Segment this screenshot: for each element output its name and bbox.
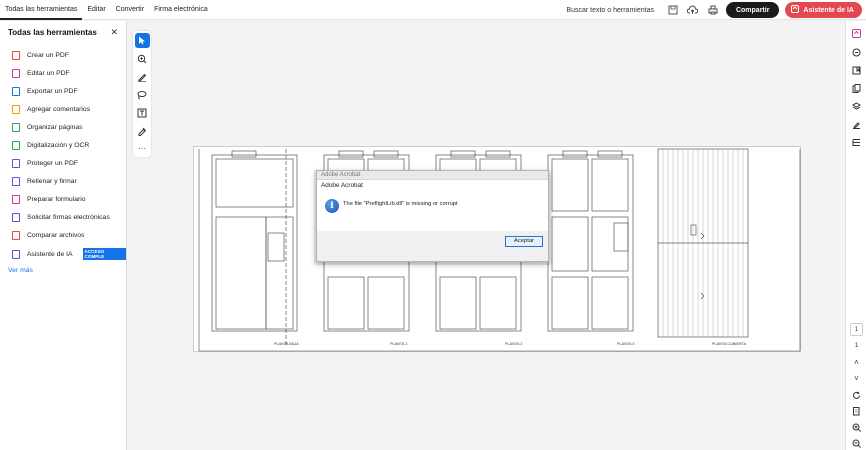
stamp-sign-icon[interactable] xyxy=(135,123,150,138)
edit-pdf-icon xyxy=(12,68,20,78)
error-dialog: Adobe Acrobat Adobe Acrobat i The file "… xyxy=(316,170,549,262)
accept-button[interactable]: Aceptar xyxy=(505,236,543,247)
ai-panel-icon[interactable] xyxy=(850,27,863,40)
right-rail: 1 1 ˄ ˅ xyxy=(845,21,866,450)
tool-item-label: Digitalización y OCR xyxy=(27,142,90,150)
fill-sign-icon xyxy=(12,177,20,187)
dialog-message: The file "PreflightLib.dll" is missing o… xyxy=(343,201,458,207)
plan-label-floor1: PLANTA 1 xyxy=(390,342,408,346)
create-pdf-icon xyxy=(12,50,20,60)
tool-item-label: Solicitar firmas electrónicas xyxy=(27,214,110,222)
tool-item-label: Organizar páginas xyxy=(27,123,83,131)
attachments-icon[interactable] xyxy=(850,118,863,131)
rotate-icon[interactable] xyxy=(850,389,863,402)
panel-title: Todas las herramientas xyxy=(8,27,97,37)
plan-label-floor2: PLANTA 2 xyxy=(505,342,523,346)
quick-tools-toolbar: ··· xyxy=(133,31,151,157)
zoom-out-icon[interactable] xyxy=(850,437,863,450)
dialog-body: i The file "PreflightLib.dll" is missing… xyxy=(317,191,548,231)
tool-item-label: Editar un PDF xyxy=(27,69,70,77)
comment-icon[interactable] xyxy=(850,46,863,59)
top-right-actions: Buscar texto o herramientas Compartir As… xyxy=(566,2,862,18)
tool-item-label: Agregar comentarios xyxy=(27,105,91,113)
menu-e-sign[interactable]: Firma electrónica xyxy=(149,0,213,20)
ai-assistant-label: Asistente de IA xyxy=(803,6,854,14)
tool-item[interactable]: Digitalización y OCR xyxy=(0,136,126,154)
tool-item[interactable]: Organizar páginas xyxy=(0,118,126,136)
pen-highlight-icon[interactable] xyxy=(135,69,150,84)
page-number-icon: 1 xyxy=(854,342,859,349)
tool-item[interactable]: Comparar archivos xyxy=(0,227,126,245)
chevron-up-icon[interactable]: ˄ xyxy=(850,356,863,369)
search-tools-button[interactable]: Buscar texto o herramientas xyxy=(566,7,654,14)
pages-icon[interactable] xyxy=(850,82,863,95)
ai-assistant-icon xyxy=(791,5,800,15)
cloud-upload-icon[interactable] xyxy=(686,3,700,17)
zoom-in-icon[interactable] xyxy=(850,421,863,434)
text-box-icon[interactable] xyxy=(135,105,150,120)
menu-all-tools[interactable]: Todas las herramientas xyxy=(0,0,83,20)
tool-item[interactable]: Editar un PDF xyxy=(0,64,126,82)
chevron-down-icon[interactable]: ˅ xyxy=(850,372,863,385)
dialog-window-title[interactable]: Adobe Acrobat xyxy=(317,171,548,180)
print-icon[interactable] xyxy=(706,3,720,17)
request-signatures-icon xyxy=(12,213,20,223)
dialog-title: Adobe Acrobat xyxy=(317,180,548,191)
tool-item-label: Rellenar y firmar xyxy=(27,178,77,186)
page-fit-icon[interactable] xyxy=(850,405,863,418)
menu-edit[interactable]: Editar xyxy=(82,0,110,20)
tool-item[interactable]: Asistente de IA ACCESO COMPLE xyxy=(0,245,126,263)
all-tools-panel: Todas las herramientas ✕ Crear un PDF Edi… xyxy=(0,21,127,450)
tools-list: Crear un PDF Editar un PDF Exportar un PDF… xyxy=(0,46,126,263)
tool-item[interactable]: Rellenar y firmar xyxy=(0,173,126,191)
dialog-footer: Aceptar xyxy=(317,231,548,261)
ai-assistant-icon xyxy=(12,249,20,259)
bookmark-icon[interactable] xyxy=(850,64,863,77)
see-more-link[interactable]: Ver más xyxy=(0,267,126,274)
tool-item-label: Crear un PDF xyxy=(27,51,69,59)
comment-icon xyxy=(12,104,20,114)
access-badge: ACCESO COMPLE xyxy=(82,248,126,261)
select-cursor-icon[interactable] xyxy=(134,33,150,48)
menu-convert[interactable]: Convertir xyxy=(111,0,149,20)
tool-item-label: Preparar formulario xyxy=(27,196,86,204)
compare-files-icon xyxy=(12,231,20,241)
page-up-number-icon[interactable]: 1 xyxy=(850,323,863,336)
export-pdf-icon xyxy=(12,86,20,96)
plan-label-ground: PLANTA BAJA xyxy=(274,342,299,346)
save-icon[interactable] xyxy=(666,3,680,17)
close-icon[interactable]: ✕ xyxy=(110,27,118,38)
tool-item[interactable]: Crear un PDF xyxy=(0,46,126,64)
protect-pdf-icon xyxy=(12,159,20,169)
tool-item-label: Exportar un PDF xyxy=(27,87,78,95)
plan-label-floor3: PLANTA 3 xyxy=(617,342,635,346)
tool-item[interactable]: Solicitar firmas electrónicas xyxy=(0,209,126,227)
tool-item-label: Comparar archivos xyxy=(27,232,85,240)
panel-header: Todas las herramientas ✕ xyxy=(0,21,126,43)
structure-icon[interactable] xyxy=(850,136,863,149)
lasso-draw-icon[interactable] xyxy=(135,87,150,102)
scan-ocr-icon xyxy=(12,141,20,151)
main-menu: Todas las herramientas Editar Convertir … xyxy=(0,0,213,20)
zoom-comment-icon[interactable] xyxy=(135,51,150,66)
tool-item[interactable]: Agregar comentarios xyxy=(0,100,126,118)
ai-assistant-button[interactable]: Asistente de IA xyxy=(785,2,862,18)
more-tools-icon[interactable]: ··· xyxy=(135,141,150,156)
prepare-form-icon xyxy=(12,195,20,205)
layers-icon[interactable] xyxy=(850,100,863,113)
top-menu-bar: Todas las herramientas Editar Convertir … xyxy=(0,0,866,20)
plan-label-roof: PLANTA CUBIERTA xyxy=(712,342,747,346)
tool-item-label: Proteger un PDF xyxy=(27,160,78,168)
tool-item[interactable]: Exportar un PDF xyxy=(0,82,126,100)
tool-item[interactable]: Proteger un PDF xyxy=(0,155,126,173)
tool-item-label: Asistente de IA xyxy=(26,250,73,258)
info-icon: i xyxy=(325,199,339,213)
organize-pages-icon xyxy=(12,122,20,132)
share-button[interactable]: Compartir xyxy=(725,2,780,18)
tool-item[interactable]: Preparar formulario xyxy=(0,191,126,209)
